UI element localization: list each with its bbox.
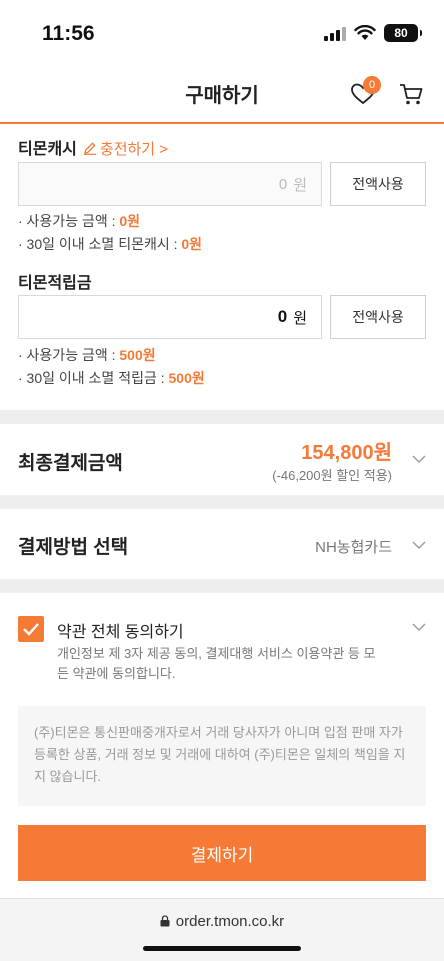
points-available-value: 500원 <box>119 347 156 363</box>
lock-icon <box>160 915 170 927</box>
cash-available-note: · 사용가능 금액 : 0원 <box>18 211 140 231</box>
points-amount-unit: 원 <box>293 309 307 327</box>
payment-method-selected[interactable]: NH농협카드 <box>315 536 392 557</box>
cash-available-value: 0원 <box>119 213 141 229</box>
cash-amount-unit: 원 <box>293 176 307 194</box>
points-use-all-button[interactable]: 전액사용 <box>330 295 426 339</box>
wifi-icon <box>354 25 376 40</box>
discount-note: (-46,200원 할인 적용) <box>272 468 392 483</box>
final-price: 154,800원 <box>301 442 392 464</box>
terms-title[interactable]: 약관 전체 동의하기 <box>57 618 184 642</box>
status-time: 11:56 <box>42 22 95 45</box>
status-icons: 80 <box>324 24 422 42</box>
url-display: order.tmon.co.kr <box>0 913 444 930</box>
cash-amount-input[interactable]: 0원 <box>18 162 322 206</box>
cash-use-all-button[interactable]: 전액사용 <box>330 162 426 206</box>
section-divider <box>0 579 444 593</box>
points-expiring-label: · 30일 이내 소멸 적립금 : <box>18 370 169 386</box>
disclaimer-box: (주)티몬은 통신판매중개자로서 거래 당사자가 아니며 입점 판매 자가 등록… <box>18 706 426 806</box>
payment-method-label: 결제방법 선택 <box>18 537 129 558</box>
pencil-icon <box>83 142 96 155</box>
cash-expiring-value: 0원 <box>181 236 203 252</box>
charge-link-label: 충전하기 <box>99 141 156 158</box>
terms-description: 개인정보 제 3자 제공 동의, 결제대행 서비스 이용약관 등 모든 약관에 … <box>57 646 376 681</box>
chevron-down-icon[interactable] <box>412 538 426 552</box>
cash-section-label: 티몬캐시 충전하기 > <box>18 135 168 159</box>
battery-icon: 80 <box>384 24 422 42</box>
chevron-down-icon[interactable] <box>412 452 426 466</box>
cash-expiring-note: · 30일 이내 소멸 티몬캐시 : 0원 <box>18 234 202 254</box>
points-expiring-note: · 30일 이내 소멸 적립금 : 500원 <box>18 368 205 388</box>
wishlist-badge: 0 <box>363 76 381 94</box>
home-indicator <box>143 946 301 951</box>
checkmark-icon <box>23 623 39 636</box>
url-text: order.tmon.co.kr <box>175 913 285 930</box>
page-header: 구매하기 0 <box>0 66 444 124</box>
cart-icon[interactable] <box>398 81 424 107</box>
final-amount-label: 최종결제금액 <box>18 453 123 474</box>
points-available-label: · 사용가능 금액 : <box>18 347 120 363</box>
section-divider <box>0 495 444 509</box>
cash-amount-value: 0 <box>278 175 288 193</box>
battery-level: 80 <box>394 26 408 40</box>
section-divider <box>0 410 444 424</box>
signal-icon <box>324 25 346 41</box>
browser-url-bar[interactable]: order.tmon.co.kr <box>0 898 444 961</box>
cash-expiring-label: · 30일 이내 소멸 티몬캐시 : <box>18 236 182 252</box>
cash-label: 티몬캐시 <box>18 141 77 158</box>
status-bar: 11:56 80 <box>0 0 444 66</box>
terms-checkbox[interactable] <box>18 616 44 642</box>
points-amount-input[interactable]: 0원 <box>18 295 322 339</box>
cash-available-label: · 사용가능 금액 : <box>18 213 120 229</box>
charge-link[interactable]: 충전하기 > <box>83 141 168 158</box>
points-label: 티몬적립금 <box>18 275 92 292</box>
pay-button[interactable]: 결제하기 <box>18 825 426 881</box>
chevron-down-icon[interactable] <box>412 620 426 634</box>
chevron-right-icon: > <box>155 141 169 158</box>
points-amount-value: 0 <box>277 307 288 326</box>
points-expiring-value: 500원 <box>168 370 205 386</box>
points-available-note: · 사용가능 금액 : 500원 <box>18 345 156 365</box>
